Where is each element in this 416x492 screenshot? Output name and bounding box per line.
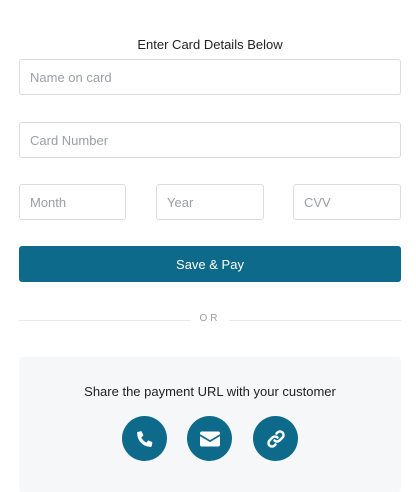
envelope-icon — [199, 431, 220, 446]
share-phone-button[interactable] — [122, 416, 167, 461]
cvv-input[interactable] — [293, 184, 401, 220]
share-email-button[interactable] — [187, 416, 232, 461]
year-input[interactable] — [156, 184, 264, 220]
save-and-pay-button[interactable]: Save & Pay — [19, 246, 401, 282]
name-on-card-input[interactable] — [19, 59, 401, 95]
payment-page: Enter Card Details Below Save & Pay OR S… — [0, 0, 416, 492]
or-divider: OR — [19, 312, 401, 328]
card-number-input[interactable] — [19, 122, 401, 158]
share-link-button[interactable] — [253, 416, 298, 461]
divider-line-right — [229, 320, 401, 321]
or-label: OR — [199, 313, 221, 324]
phone-icon — [136, 430, 152, 447]
share-panel: Share the payment URL with your customer — [19, 357, 401, 492]
month-input[interactable] — [19, 184, 126, 220]
share-title: Share the payment URL with your customer — [84, 384, 336, 399]
form-heading: Enter Card Details Below — [137, 37, 283, 52]
link-icon — [266, 429, 285, 448]
